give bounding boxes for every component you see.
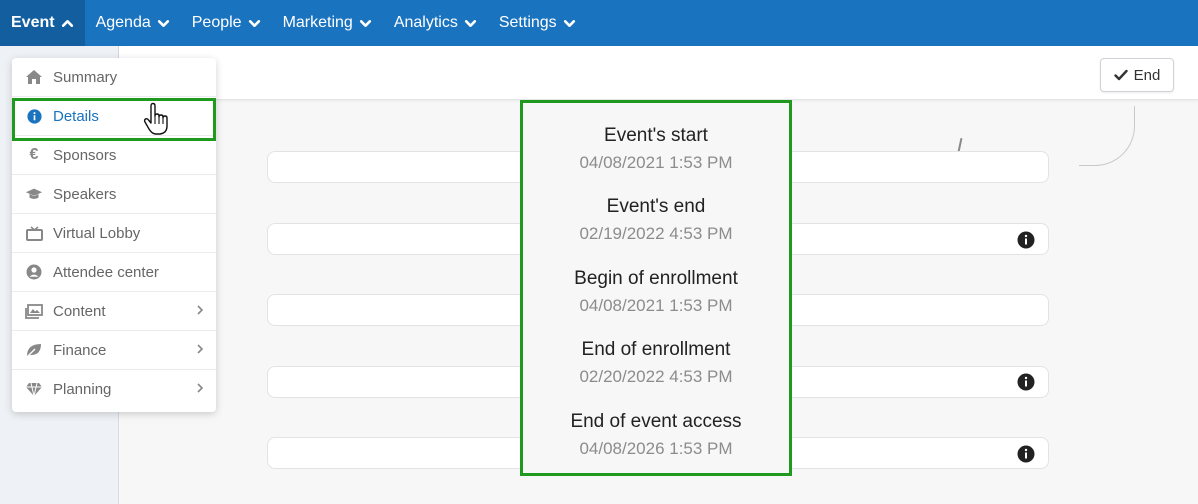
- chevron-up-icon: [61, 19, 73, 27]
- images-icon: [25, 302, 43, 320]
- chevron-down-icon: [563, 19, 575, 27]
- date-value[interactable]: 02/20/2022 4:53 PM: [523, 366, 789, 388]
- info-icon[interactable]: [1017, 373, 1035, 391]
- info-circle-icon: [25, 107, 43, 125]
- nav-item-analytics[interactable]: Analytics: [383, 0, 488, 46]
- nav-item-marketing[interactable]: Marketing: [272, 0, 383, 46]
- menu-item-virtual-lobby[interactable]: Virtual Lobby: [12, 214, 216, 253]
- user-circle-icon: [25, 263, 43, 281]
- menu-item-label: Summary: [53, 68, 118, 86]
- nav-item-label: Analytics: [393, 14, 458, 31]
- home-icon: [25, 68, 43, 86]
- menu-item-label: Finance: [53, 341, 107, 359]
- menu-item-finance[interactable]: Finance: [12, 331, 216, 370]
- menu-item-label: Attendee center: [53, 263, 159, 281]
- menu-item-details[interactable]: Details: [12, 97, 216, 136]
- nav-item-label: People: [191, 14, 242, 31]
- decorative-arc: [1079, 106, 1135, 166]
- menu-item-label: Sponsors: [53, 146, 117, 164]
- tv-icon: [25, 224, 43, 242]
- info-icon[interactable]: [1017, 445, 1035, 463]
- top-navigation: Event Agenda People Marketing Analytics …: [0, 0, 1198, 46]
- date-label: End of event access: [570, 411, 742, 432]
- date-value[interactable]: 04/08/2026 1:53 PM: [523, 438, 789, 460]
- menu-item-content[interactable]: Content: [12, 292, 216, 331]
- event-dropdown-menu: Summary Details € Sponsors Speakers Virt…: [12, 58, 216, 412]
- nav-item-people[interactable]: People: [181, 0, 272, 46]
- menu-item-summary[interactable]: Summary: [12, 58, 216, 97]
- hand-pointer-cursor-icon: [143, 102, 168, 135]
- date-label: Event's end: [606, 196, 706, 217]
- chevron-down-icon: [359, 19, 371, 27]
- chevron-down-icon: [157, 19, 169, 27]
- diamond-icon: [25, 381, 43, 399]
- chevron-down-icon: [464, 19, 476, 27]
- date-entry-end-event-access: End of event access 04/08/2026 1:53 PM: [523, 410, 789, 460]
- nav-item-label: Marketing: [282, 14, 353, 31]
- date-entry-end-enrollment: End of enrollment 02/20/2022 4:53 PM: [523, 338, 789, 388]
- date-label: Event's start: [604, 125, 708, 146]
- nav-item-label: Settings: [498, 14, 557, 31]
- chevron-right-icon: [197, 305, 204, 315]
- menu-item-label: Speakers: [53, 185, 117, 203]
- menu-item-label: Content: [53, 302, 106, 320]
- menu-item-label: Details: [53, 107, 99, 125]
- date-value[interactable]: 02/19/2022 4:53 PM: [523, 223, 789, 245]
- date-label: Begin of enrollment: [574, 268, 738, 289]
- graduation-cap-icon: [25, 185, 43, 203]
- check-icon: [1113, 69, 1128, 81]
- menu-item-sponsors[interactable]: € Sponsors: [12, 136, 216, 175]
- menu-item-label: Virtual Lobby: [53, 224, 141, 242]
- nav-item-label: Event: [11, 14, 55, 31]
- end-button-label: End: [1133, 66, 1161, 84]
- menu-item-attendee-center[interactable]: Attendee center: [12, 253, 216, 292]
- chevron-right-icon: [197, 344, 204, 354]
- date-entry-begin-enrollment: Begin of enrollment 04/08/2021 1:53 PM: [523, 267, 789, 317]
- info-icon[interactable]: [1017, 231, 1035, 249]
- chevron-right-icon: [197, 383, 204, 393]
- date-value[interactable]: 04/08/2021 1:53 PM: [523, 152, 789, 174]
- menu-item-speakers[interactable]: Speakers: [12, 175, 216, 214]
- dates-highlight-box: Event's start 04/08/2021 1:53 PM Event's…: [520, 100, 792, 476]
- chevron-down-icon: [248, 19, 260, 27]
- nav-item-settings[interactable]: Settings: [488, 0, 587, 46]
- sub-header: End: [119, 46, 1198, 100]
- decorative-mark: [957, 137, 963, 153]
- end-button[interactable]: End: [1100, 58, 1174, 92]
- date-entry-event-end: Event's end 02/19/2022 4:53 PM: [523, 195, 789, 245]
- menu-item-label: Planning: [53, 381, 112, 398]
- date-label: End of enrollment: [581, 339, 731, 360]
- euro-icon: €: [29, 146, 39, 163]
- date-value[interactable]: 04/08/2021 1:53 PM: [523, 295, 789, 317]
- leaf-icon: [25, 341, 43, 359]
- nav-item-agenda[interactable]: Agenda: [85, 0, 181, 46]
- date-entry-event-start: Event's start 04/08/2021 1:53 PM: [523, 124, 789, 174]
- menu-item-planning[interactable]: Planning: [12, 370, 216, 409]
- nav-item-event[interactable]: Event: [0, 0, 85, 46]
- nav-item-label: Agenda: [95, 14, 151, 31]
